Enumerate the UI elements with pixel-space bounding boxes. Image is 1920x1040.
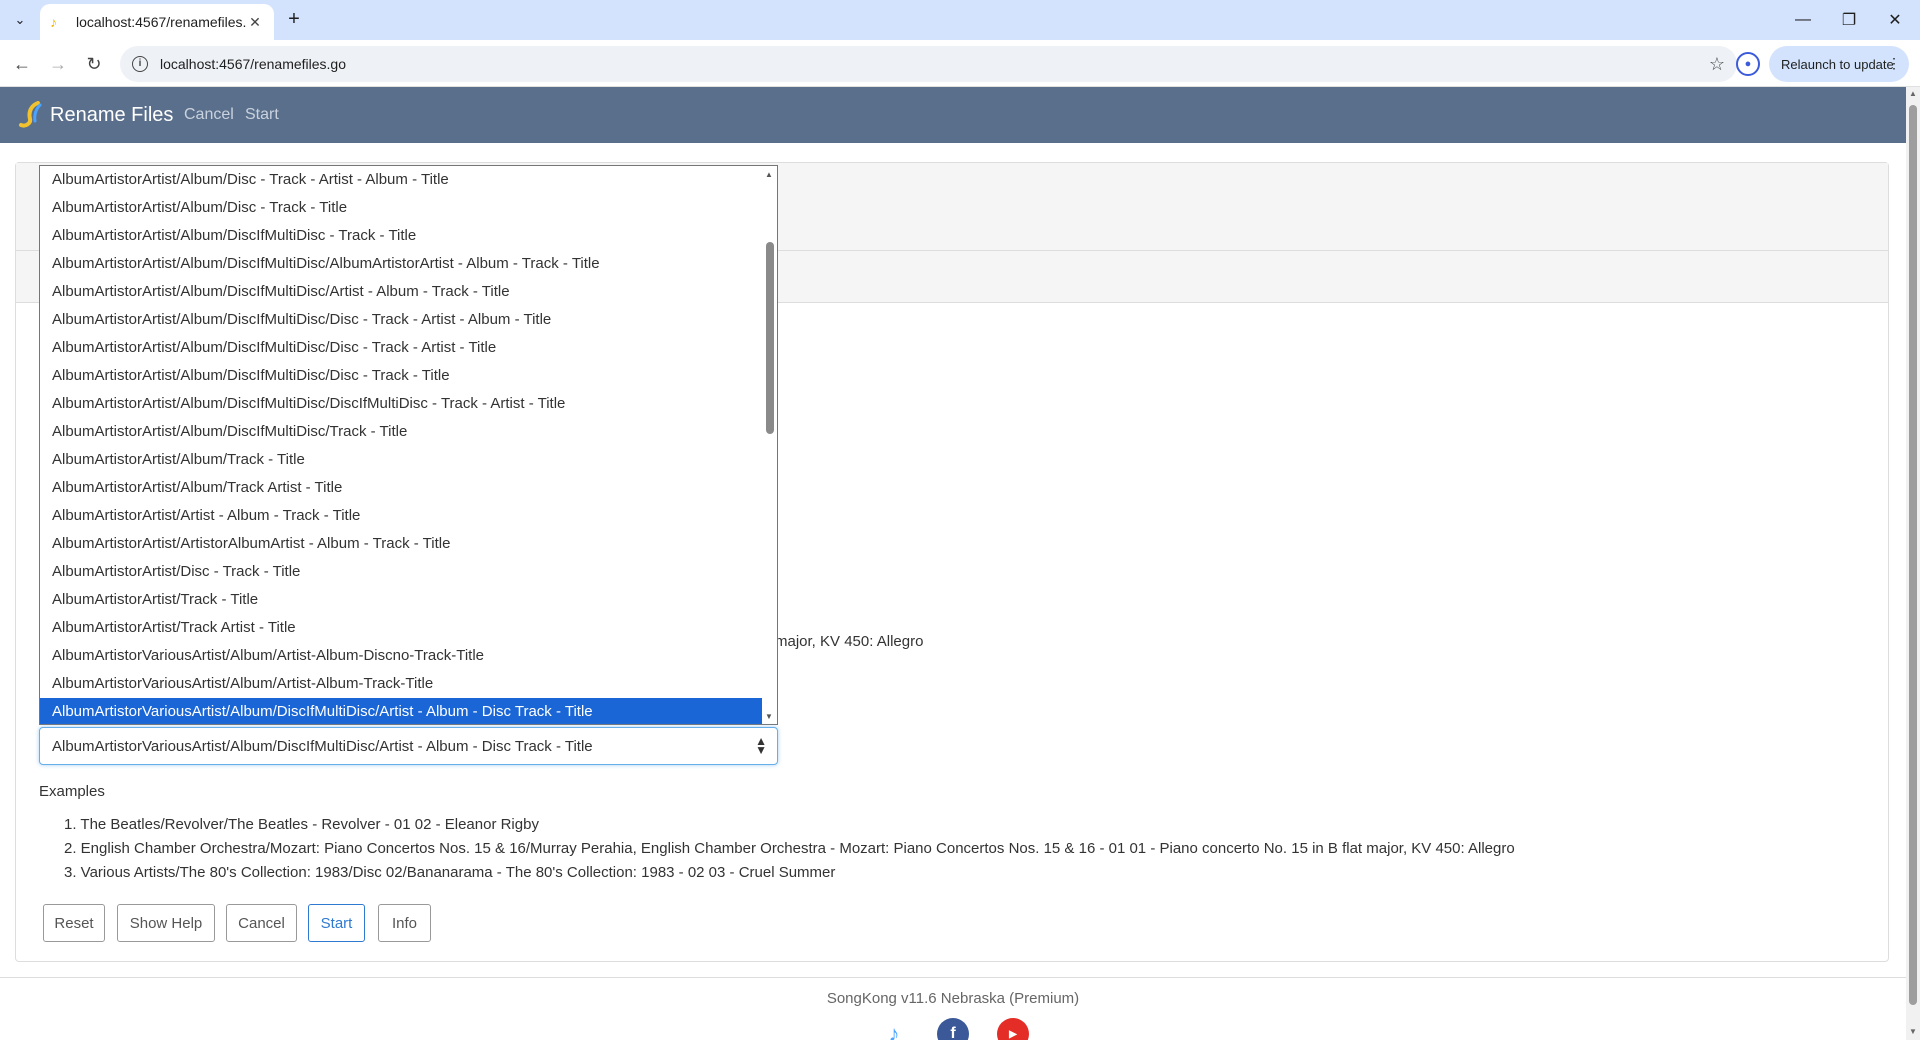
mask-select[interactable]: AlbumArtistorVariousArtist/Album/DiscIfM… [39, 727, 778, 765]
start-button[interactable]: Start [308, 904, 365, 942]
example-item: 1. The Beatles/Revolver/The Beatles - Re… [64, 816, 539, 833]
dropdown-option[interactable]: AlbumArtistorArtist/Disc - Track - Title [40, 558, 764, 586]
app-navbar: Rename Files Cancel Start [0, 87, 1906, 143]
dropdown-option[interactable]: AlbumArtistorArtist/Album/Disc - Track -… [40, 166, 764, 194]
menu-dots-icon[interactable]: ⋮ [1887, 55, 1901, 72]
example-item: 2. English Chamber Orchestra/Mozart: Pia… [64, 840, 1515, 857]
relaunch-label: Relaunch to update [1781, 56, 1894, 72]
select-caret-icon: ▲ ▼ [755, 734, 767, 757]
app-title: Rename Files [50, 103, 174, 126]
relaunch-button[interactable]: Relaunch to update ⋮ [1769, 46, 1909, 82]
bookmark-star-icon[interactable]: ☆ [1709, 54, 1725, 75]
brand[interactable]: Rename Files [18, 101, 173, 129]
examples-label: Examples [39, 783, 105, 800]
nav-start-link[interactable]: Start [245, 106, 279, 124]
scroll-up-icon[interactable]: ▲ [1908, 89, 1918, 98]
songkong-logo-icon[interactable]: ♪ [878, 1018, 910, 1040]
dropdown-option[interactable]: AlbumArtistorArtist/Album/DiscIfMultiDis… [40, 278, 764, 306]
footer-divider [0, 977, 1906, 978]
dropdown-option[interactable]: AlbumArtistorArtist/Album/Disc - Track -… [40, 194, 764, 222]
dropdown-option[interactable]: AlbumArtistorArtist/Album/Track - Title [40, 446, 764, 474]
dropdown-option[interactable]: AlbumArtistorArtist/ArtistorAlbumArtist … [40, 530, 764, 558]
nav-cancel-link[interactable]: Cancel [184, 106, 234, 124]
dropdown-scroll-down-icon[interactable]: ▼ [765, 712, 773, 721]
browser-toolbar: ← → ↻ i localhost:4567/renamefiles.go ☆ … [0, 40, 1920, 87]
dropdown-option[interactable]: AlbumArtistorArtist/Album/DiscIfMultiDis… [40, 222, 764, 250]
address-bar[interactable]: i localhost:4567/renamefiles.go ☆ [120, 46, 1737, 82]
youtube-icon[interactable]: ▶ [997, 1018, 1029, 1040]
dropdown-option[interactable]: AlbumArtistorArtist/Album/DiscIfMultiDis… [40, 306, 764, 334]
mask-select-value: AlbumArtistorVariousArtist/Album/DiscIfM… [52, 737, 593, 755]
dropdown-option[interactable]: AlbumArtistorArtist/Artist - Album - Tra… [40, 502, 764, 530]
dropdown-option[interactable]: AlbumArtistorArtist/Track - Title [40, 586, 764, 614]
site-info-icon[interactable]: i [132, 56, 148, 72]
new-tab-icon[interactable]: + [282, 8, 306, 32]
minimize-icon[interactable]: — [1780, 0, 1826, 40]
forward-icon[interactable]: → [44, 50, 72, 78]
cancel-button[interactable]: Cancel [226, 904, 297, 942]
dropdown-option[interactable]: AlbumArtistorVariousArtist/Album/Artist-… [40, 670, 764, 698]
dropdown-scrollbar-thumb[interactable] [766, 242, 774, 434]
dropdown-option[interactable]: AlbumArtistorVariousArtist/Album/Artist-… [40, 642, 764, 670]
page-scrollbar[interactable]: ▲ ▼ [1906, 87, 1920, 1040]
mask-dropdown-list[interactable]: AlbumArtistorArtist/Album/Disc - Track -… [39, 165, 778, 725]
reload-icon[interactable]: ↻ [80, 50, 108, 78]
dropdown-scrollbar[interactable]: ▲ ▼ [762, 166, 777, 724]
browser-tabstrip: ⌄ ♪ localhost:4567/renamefiles.go ✕ + — … [0, 0, 1920, 40]
dropdown-option[interactable]: AlbumArtistorArtist/Album/DiscIfMultiDis… [40, 334, 764, 362]
dropdown-scroll-up-icon[interactable]: ▲ [765, 170, 773, 179]
songkong-logo-icon [19, 101, 42, 128]
dropdown-option[interactable]: AlbumArtistorArtist/Track Artist - Title [40, 614, 764, 642]
reset-button[interactable]: Reset [43, 904, 105, 942]
browser-tab[interactable]: ♪ localhost:4567/renamefiles.go ✕ [40, 4, 274, 40]
info-button[interactable]: Info [378, 904, 431, 942]
obscured-example-text: major, KV 450: Allegro [775, 633, 924, 650]
dropdown-option[interactable]: AlbumArtistorVariousArtist/Album/DiscIfM… [40, 698, 764, 724]
dropdown-option[interactable]: AlbumArtistorArtist/Album/DiscIfMultiDis… [40, 250, 764, 278]
url-text[interactable]: localhost:4567/renamefiles.go [160, 56, 1709, 72]
page-scrollbar-thumb[interactable] [1909, 105, 1917, 1005]
facebook-icon[interactable]: f [937, 1018, 969, 1040]
examples-list: 1. The Beatles/Revolver/The Beatles - Re… [64, 813, 1515, 885]
tab-title: localhost:4567/renamefiles.go [76, 14, 246, 30]
example-item: 3. Various Artists/The 80's Collection: … [64, 864, 836, 881]
scroll-down-icon[interactable]: ▼ [1908, 1027, 1918, 1036]
footer-version: SongKong v11.6 Nebraska (Premium) [826, 990, 1080, 1007]
close-window-icon[interactable]: ✕ [1872, 0, 1918, 40]
show-help-button[interactable]: Show Help [117, 904, 215, 942]
favicon-icon: ♪ [50, 14, 57, 30]
dropdown-option[interactable]: AlbumArtistorArtist/Album/DiscIfMultiDis… [40, 362, 764, 390]
tab-search-icon[interactable]: ⌄ [8, 8, 32, 32]
back-icon[interactable]: ← [8, 50, 36, 78]
close-tab-icon[interactable]: ✕ [246, 14, 264, 31]
dropdown-option[interactable]: AlbumArtistorArtist/Album/DiscIfMultiDis… [40, 390, 764, 418]
dropdown-option[interactable]: AlbumArtistorArtist/Album/Track Artist -… [40, 474, 764, 502]
dropdown-option[interactable]: AlbumArtistorArtist/Album/DiscIfMultiDis… [40, 418, 764, 446]
profile-icon[interactable]: ● [1736, 52, 1760, 76]
restore-icon[interactable]: ❐ [1826, 0, 1872, 40]
